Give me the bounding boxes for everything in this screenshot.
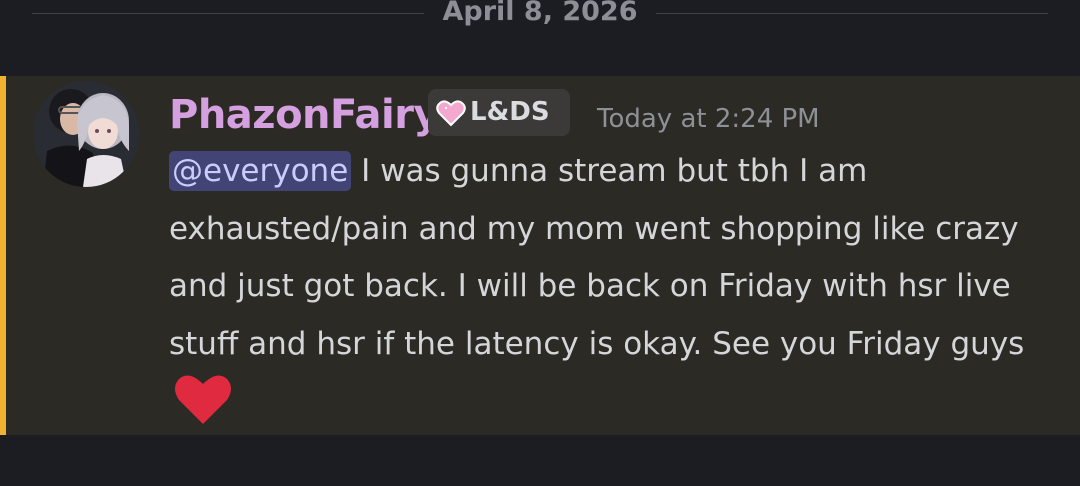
divider-line-left	[32, 13, 424, 14]
pink-heart-icon	[436, 99, 466, 127]
role-label: L&DS	[470, 97, 550, 127]
chat-footer-area	[0, 435, 1080, 486]
user-avatar[interactable]	[33, 81, 139, 187]
role-tag[interactable]: L&DS	[428, 89, 570, 136]
message-item: PhazonFairy L&DS Today at 2:24 PM @every…	[0, 76, 1080, 435]
date-divider-label: April 8, 2026	[442, 0, 638, 27]
everyone-mention[interactable]: @everyone	[169, 151, 352, 191]
username[interactable]: PhazonFairy	[169, 89, 440, 141]
message-timestamp[interactable]: Today at 2:24 PM	[597, 99, 820, 139]
message-content: @everyone I was gunna stream but tbh I a…	[169, 143, 1029, 431]
divider-line-right	[656, 13, 1048, 14]
date-divider: April 8, 2026	[0, 0, 1080, 30]
red-heart-icon[interactable]	[173, 372, 233, 426]
